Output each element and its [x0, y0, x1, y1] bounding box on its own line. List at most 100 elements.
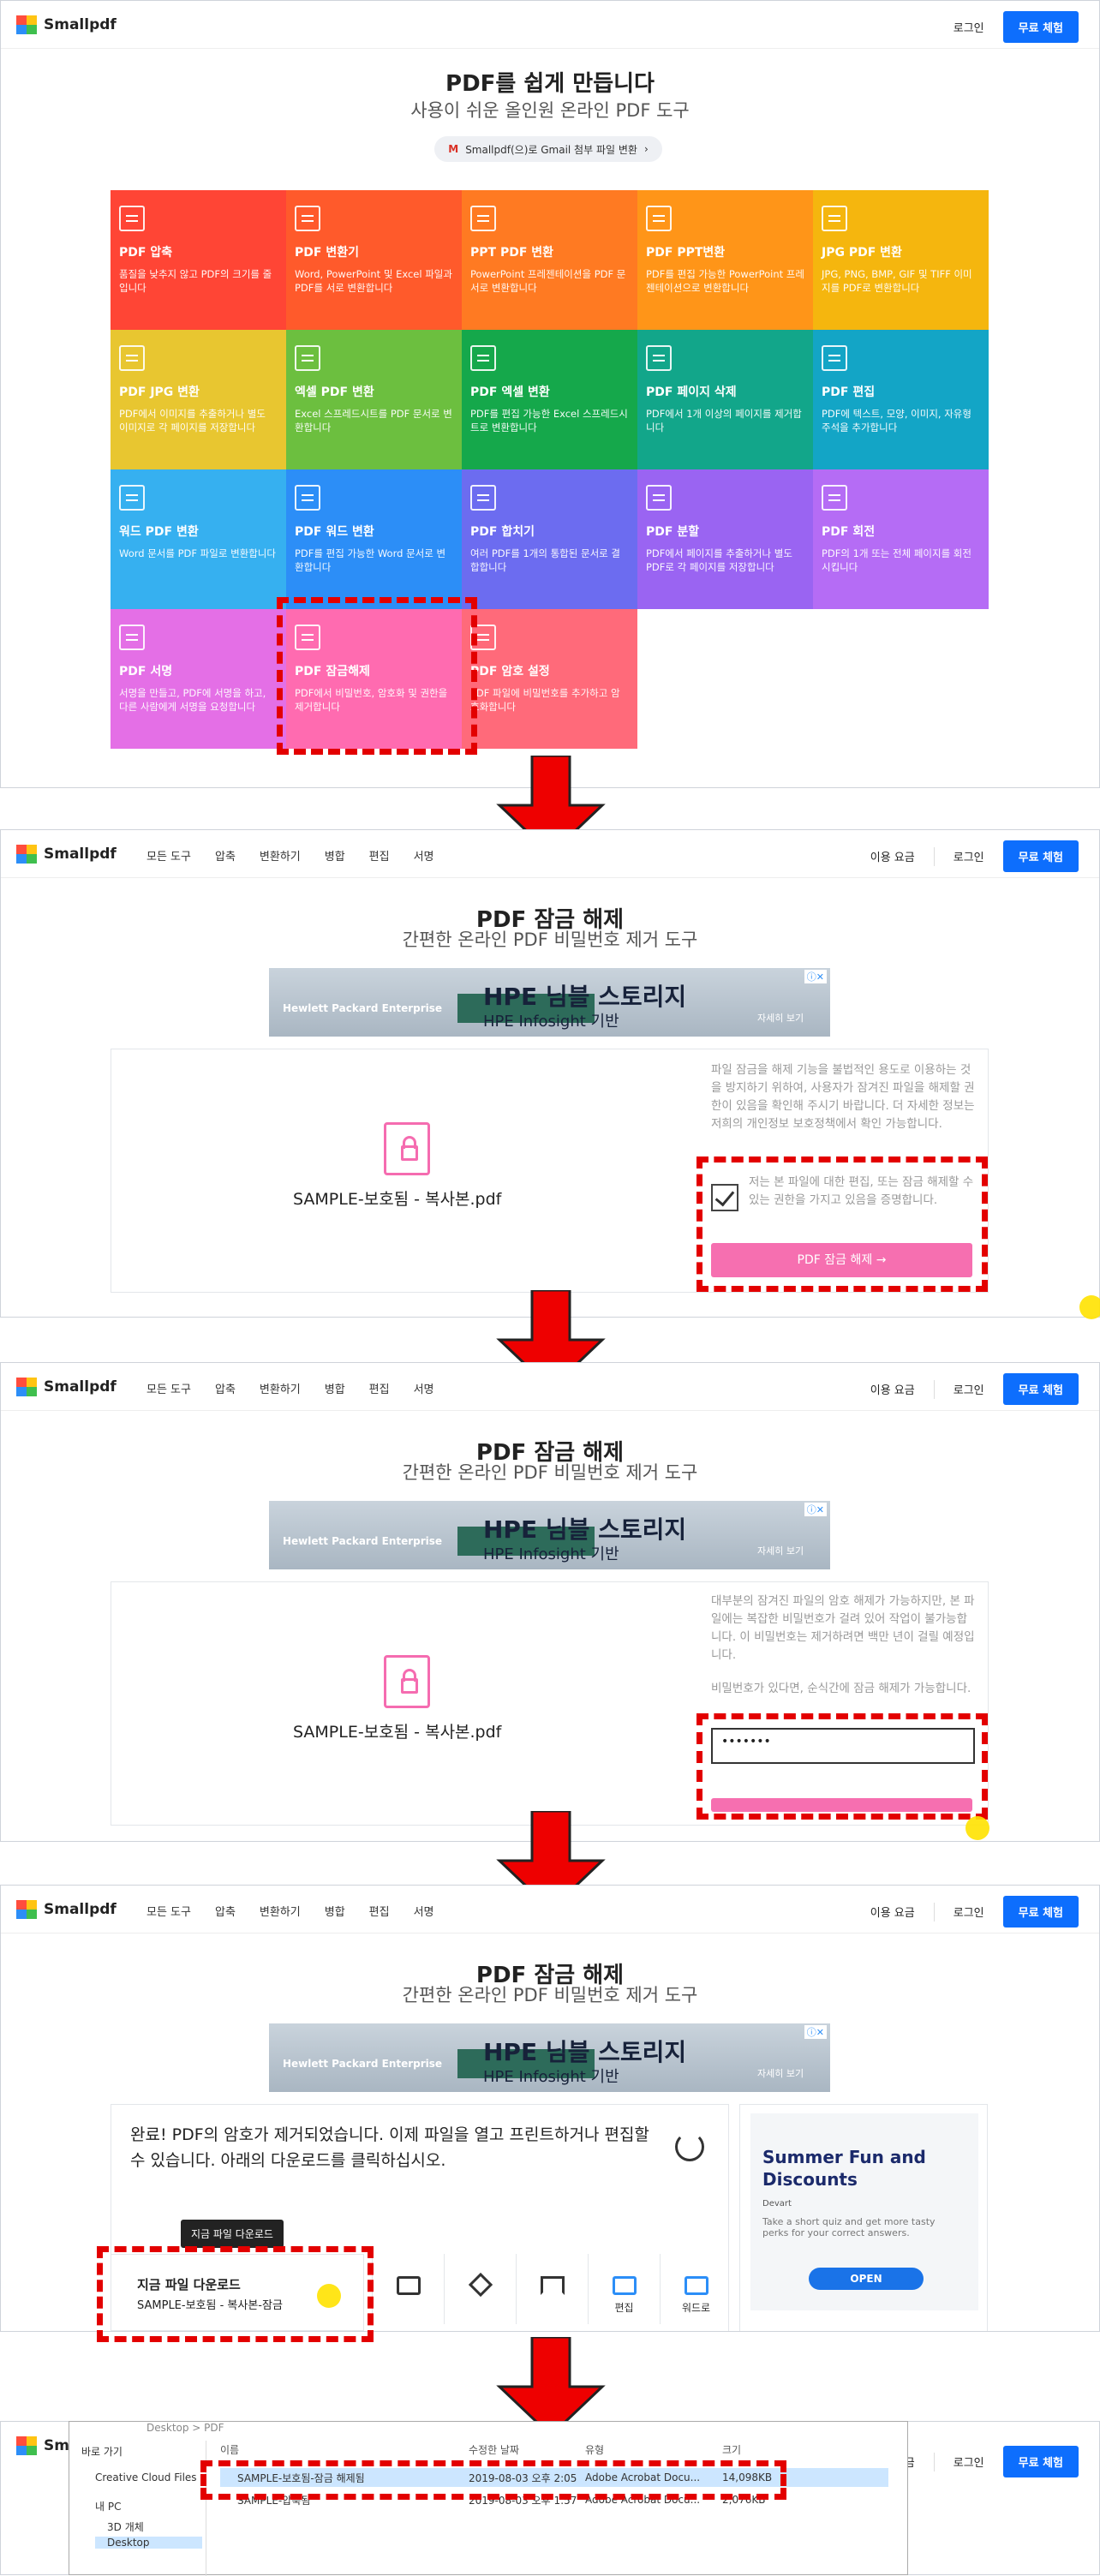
tool-tile[interactable]: PDF 엑셀 변환 PDF를 편집 가능한 Excel 스프레드시트로 변환합니다: [462, 330, 637, 469]
nav-convert[interactable]: 변환하기: [260, 1380, 301, 1396]
tool-desc: PDF에서 이미지를 추출하거나 별도 이미지로 각 페이지를 저장합니다: [119, 408, 266, 433]
brand-name: Smallpdf: [44, 1901, 117, 1918]
login-link[interactable]: 로그인: [954, 2453, 984, 2470]
nav-sign[interactable]: 서명: [414, 1903, 434, 1919]
logo-icon: [16, 2436, 37, 2455]
tool-tile[interactable]: 워드 PDF 변환 Word 문서를 PDF 파일로 변환합니다: [111, 469, 286, 609]
gmail-icon: M: [448, 143, 459, 155]
tool-title: PDF 편집: [822, 386, 876, 399]
nav-edit[interactable]: 편집: [369, 1903, 390, 1919]
side-ad-open-button[interactable]: OPEN: [809, 2268, 924, 2290]
nav-merge[interactable]: 병합: [325, 1380, 345, 1396]
logo[interactable]: Smallpdf: [16, 1900, 117, 1919]
trial-button[interactable]: 무료 체험: [1002, 840, 1079, 872]
tool-tile[interactable]: PDF 분할 PDF에서 페이지를 추출하거나 별도 PDF로 각 페이지를 저장…: [637, 469, 813, 609]
restart-icon[interactable]: [675, 2132, 704, 2161]
pricing-link[interactable]: 이용 요금: [870, 1904, 915, 1920]
locked-pdf-icon: [384, 1655, 430, 1708]
trial-button[interactable]: 무료 체험: [1002, 2446, 1079, 2477]
tool-tile[interactable]: PDF 압축 품질을 낮추지 않고 PDF의 크기를 줄입니다: [111, 190, 286, 330]
tool-tile[interactable]: JPG PDF 변환 JPG, PNG, BMP, GIF 및 TIFF 이미지를…: [813, 190, 989, 330]
col-type[interactable]: 유형: [585, 2442, 722, 2457]
tool-tile[interactable]: PDF 합치기 여러 PDF를 1개의 통합된 문서로 결합합니다: [462, 469, 637, 609]
tool-tile[interactable]: PDF 페이지 삭제 PDF에서 1개 이상의 페이지를 제거합니다: [637, 330, 813, 469]
close-icon[interactable]: ⓘ✕: [804, 1503, 827, 1516]
tool-icon: [295, 206, 320, 231]
tool-tile[interactable]: PDF 변환기 Word, PowerPoint 및 Excel 파일과 PDF를…: [286, 190, 462, 330]
ad-banner[interactable]: Hewlett Packard Enterprise HPE 님블 스토리지 HPE…: [269, 2023, 830, 2092]
highlight-consent: [696, 1157, 988, 1292]
col-name[interactable]: 이름: [220, 2442, 469, 2457]
tool-tile[interactable]: PDF JPG 변환 PDF에서 이미지를 추출하거나 별도 이미지로 각 페이지…: [111, 330, 286, 469]
email-tool[interactable]: [372, 2254, 444, 2324]
login-link[interactable]: 로그인: [954, 19, 984, 35]
nav-all-tools[interactable]: 모든 도구: [146, 847, 191, 864]
tool-tile[interactable]: PDF 편집 PDF에 텍스트, 모양, 이미지, 자유형 주석을 추가합니다: [813, 330, 989, 469]
nav-compress[interactable]: 압축: [215, 1380, 236, 1396]
nav-convert[interactable]: 변환하기: [260, 847, 301, 864]
close-icon[interactable]: ⓘ✕: [804, 2025, 827, 2039]
dropbox-tool[interactable]: [444, 2254, 516, 2324]
nav-convert[interactable]: 변환하기: [260, 1903, 301, 1919]
logo-icon: [16, 845, 37, 864]
login-link[interactable]: 로그인: [954, 1381, 984, 1397]
header: Smallpdf 모든 도구 압축 변환하기 병합 편집 서명 이용 요금 로그인 무료 체험: [1, 1363, 1099, 1411]
brand-name: Smallpdf: [44, 1378, 117, 1396]
logo[interactable]: Smallpdf: [16, 1378, 117, 1396]
trial-button[interactable]: 무료 체험: [1002, 1373, 1079, 1405]
gmail-banner[interactable]: M Smallpdf(으)로 Gmail 첨부 파일 변환 ›: [434, 136, 662, 162]
nav-sign[interactable]: 서명: [414, 847, 434, 864]
logo[interactable]: Smallpdf: [16, 845, 117, 864]
nav-edit[interactable]: 편집: [369, 1380, 390, 1396]
tool-tile[interactable]: PDF PPT변환 PDF를 편집 가능한 PowerPoint 프레젠테이션으로…: [637, 190, 813, 330]
tool-icon: [295, 485, 320, 511]
explorer-path: Desktop > PDF: [146, 2422, 224, 2434]
side-ad[interactable]: Summer Fun and Discounts Devart Take a s…: [739, 2104, 988, 2331]
nav-merge[interactable]: 병합: [325, 1903, 345, 1919]
tree-my-pc[interactable]: 내 PC: [95, 2499, 121, 2513]
nav-edit[interactable]: 편집: [369, 847, 390, 864]
pricing-link[interactable]: 이용 요금: [870, 1381, 915, 1397]
tool-tile[interactable]: PDF 서명 서명을 만들고, PDF에 서명을 하고, 다른 사람에게 서명을 …: [111, 609, 286, 749]
tree-desktop[interactable]: Desktop: [95, 2537, 202, 2549]
tool-tile[interactable]: PDF 워드 변환 PDF를 편집 가능한 Word 문서로 변환합니다: [286, 469, 462, 609]
to-word-tool[interactable]: 워드로: [660, 2254, 732, 2324]
tool-desc: PDF를 편집 가능한 Excel 스프레드시트로 변환합니다: [470, 408, 628, 433]
drive-tool[interactable]: [516, 2254, 588, 2324]
tool-tile[interactable]: 엑셀 PDF 변환 Excel 스프레드시트를 PDF 문서로 변환합니다: [286, 330, 462, 469]
nav-merge[interactable]: 병합: [325, 847, 345, 864]
tool-tile[interactable]: PDF 암호 설정 PDF 파일에 비밀번호를 추가하고 암호화합니다: [462, 609, 637, 749]
ad-company: Hewlett Packard Enterprise: [283, 1535, 443, 1547]
nav-all-tools[interactable]: 모든 도구: [146, 1903, 191, 1919]
edit-tool[interactable]: 편집: [588, 2254, 660, 2324]
tool-desc: PDF에 텍스트, 모양, 이미지, 자유형 주석을 추가합니다: [822, 408, 971, 433]
login-link[interactable]: 로그인: [954, 1904, 984, 1920]
logo[interactable]: Smallpdf: [16, 15, 117, 34]
nav-all-tools[interactable]: 모든 도구: [146, 1380, 191, 1396]
page-title: PDF를 쉽게 만듭니다: [445, 71, 655, 97]
page-subtitle: 간편한 온라인 PDF 비밀번호 제거 도구: [402, 1462, 698, 1483]
explorer-columns: 이름 수정한 날짜 유형 크기: [220, 2442, 888, 2457]
nav-compress[interactable]: 압축: [215, 847, 236, 864]
tree-quick-access[interactable]: 바로 가기: [81, 2444, 123, 2459]
side-ad-title: Summer Fun and Discounts: [762, 2147, 926, 2190]
nav-compress[interactable]: 압축: [215, 1903, 236, 1919]
ad-banner[interactable]: Hewlett Packard Enterprise HPE 님블 스토리지 HPE…: [269, 1501, 830, 1569]
col-size[interactable]: 크기: [722, 2442, 741, 2457]
close-icon[interactable]: ⓘ✕: [804, 970, 827, 983]
trial-button[interactable]: 무료 체험: [1002, 1896, 1079, 1928]
login-link[interactable]: 로그인: [954, 848, 984, 864]
page-subtitle: 간편한 온라인 PDF 비밀번호 제거 도구: [402, 929, 698, 950]
col-date[interactable]: 수정한 날짜: [469, 2442, 585, 2457]
tree-3d-objects[interactable]: 3D 개체: [107, 2519, 144, 2534]
tool-icon: [119, 345, 145, 371]
tool-tile[interactable]: PDF 회전 PDF의 1개 또는 전체 페이지를 회전시킵니다: [813, 469, 989, 609]
nav-sign[interactable]: 서명: [414, 1380, 434, 1396]
pricing-link[interactable]: 이용 요금: [870, 848, 915, 864]
trial-button[interactable]: 무료 체험: [1002, 11, 1079, 43]
tree-creative-cloud[interactable]: Creative Cloud Files: [95, 2471, 197, 2483]
ad-banner[interactable]: Hewlett Packard Enterprise HPE 님블 스토리지 HPE…: [269, 968, 830, 1037]
tool-tile[interactable]: PPT PDF 변환 PowerPoint 프레젠테이션을 PDF 문서로 변환합…: [462, 190, 637, 330]
main-nav: 모든 도구 압축 변환하기 병합 편집 서명: [146, 1903, 434, 1919]
highlight-unlocked-file: [200, 2460, 786, 2500]
